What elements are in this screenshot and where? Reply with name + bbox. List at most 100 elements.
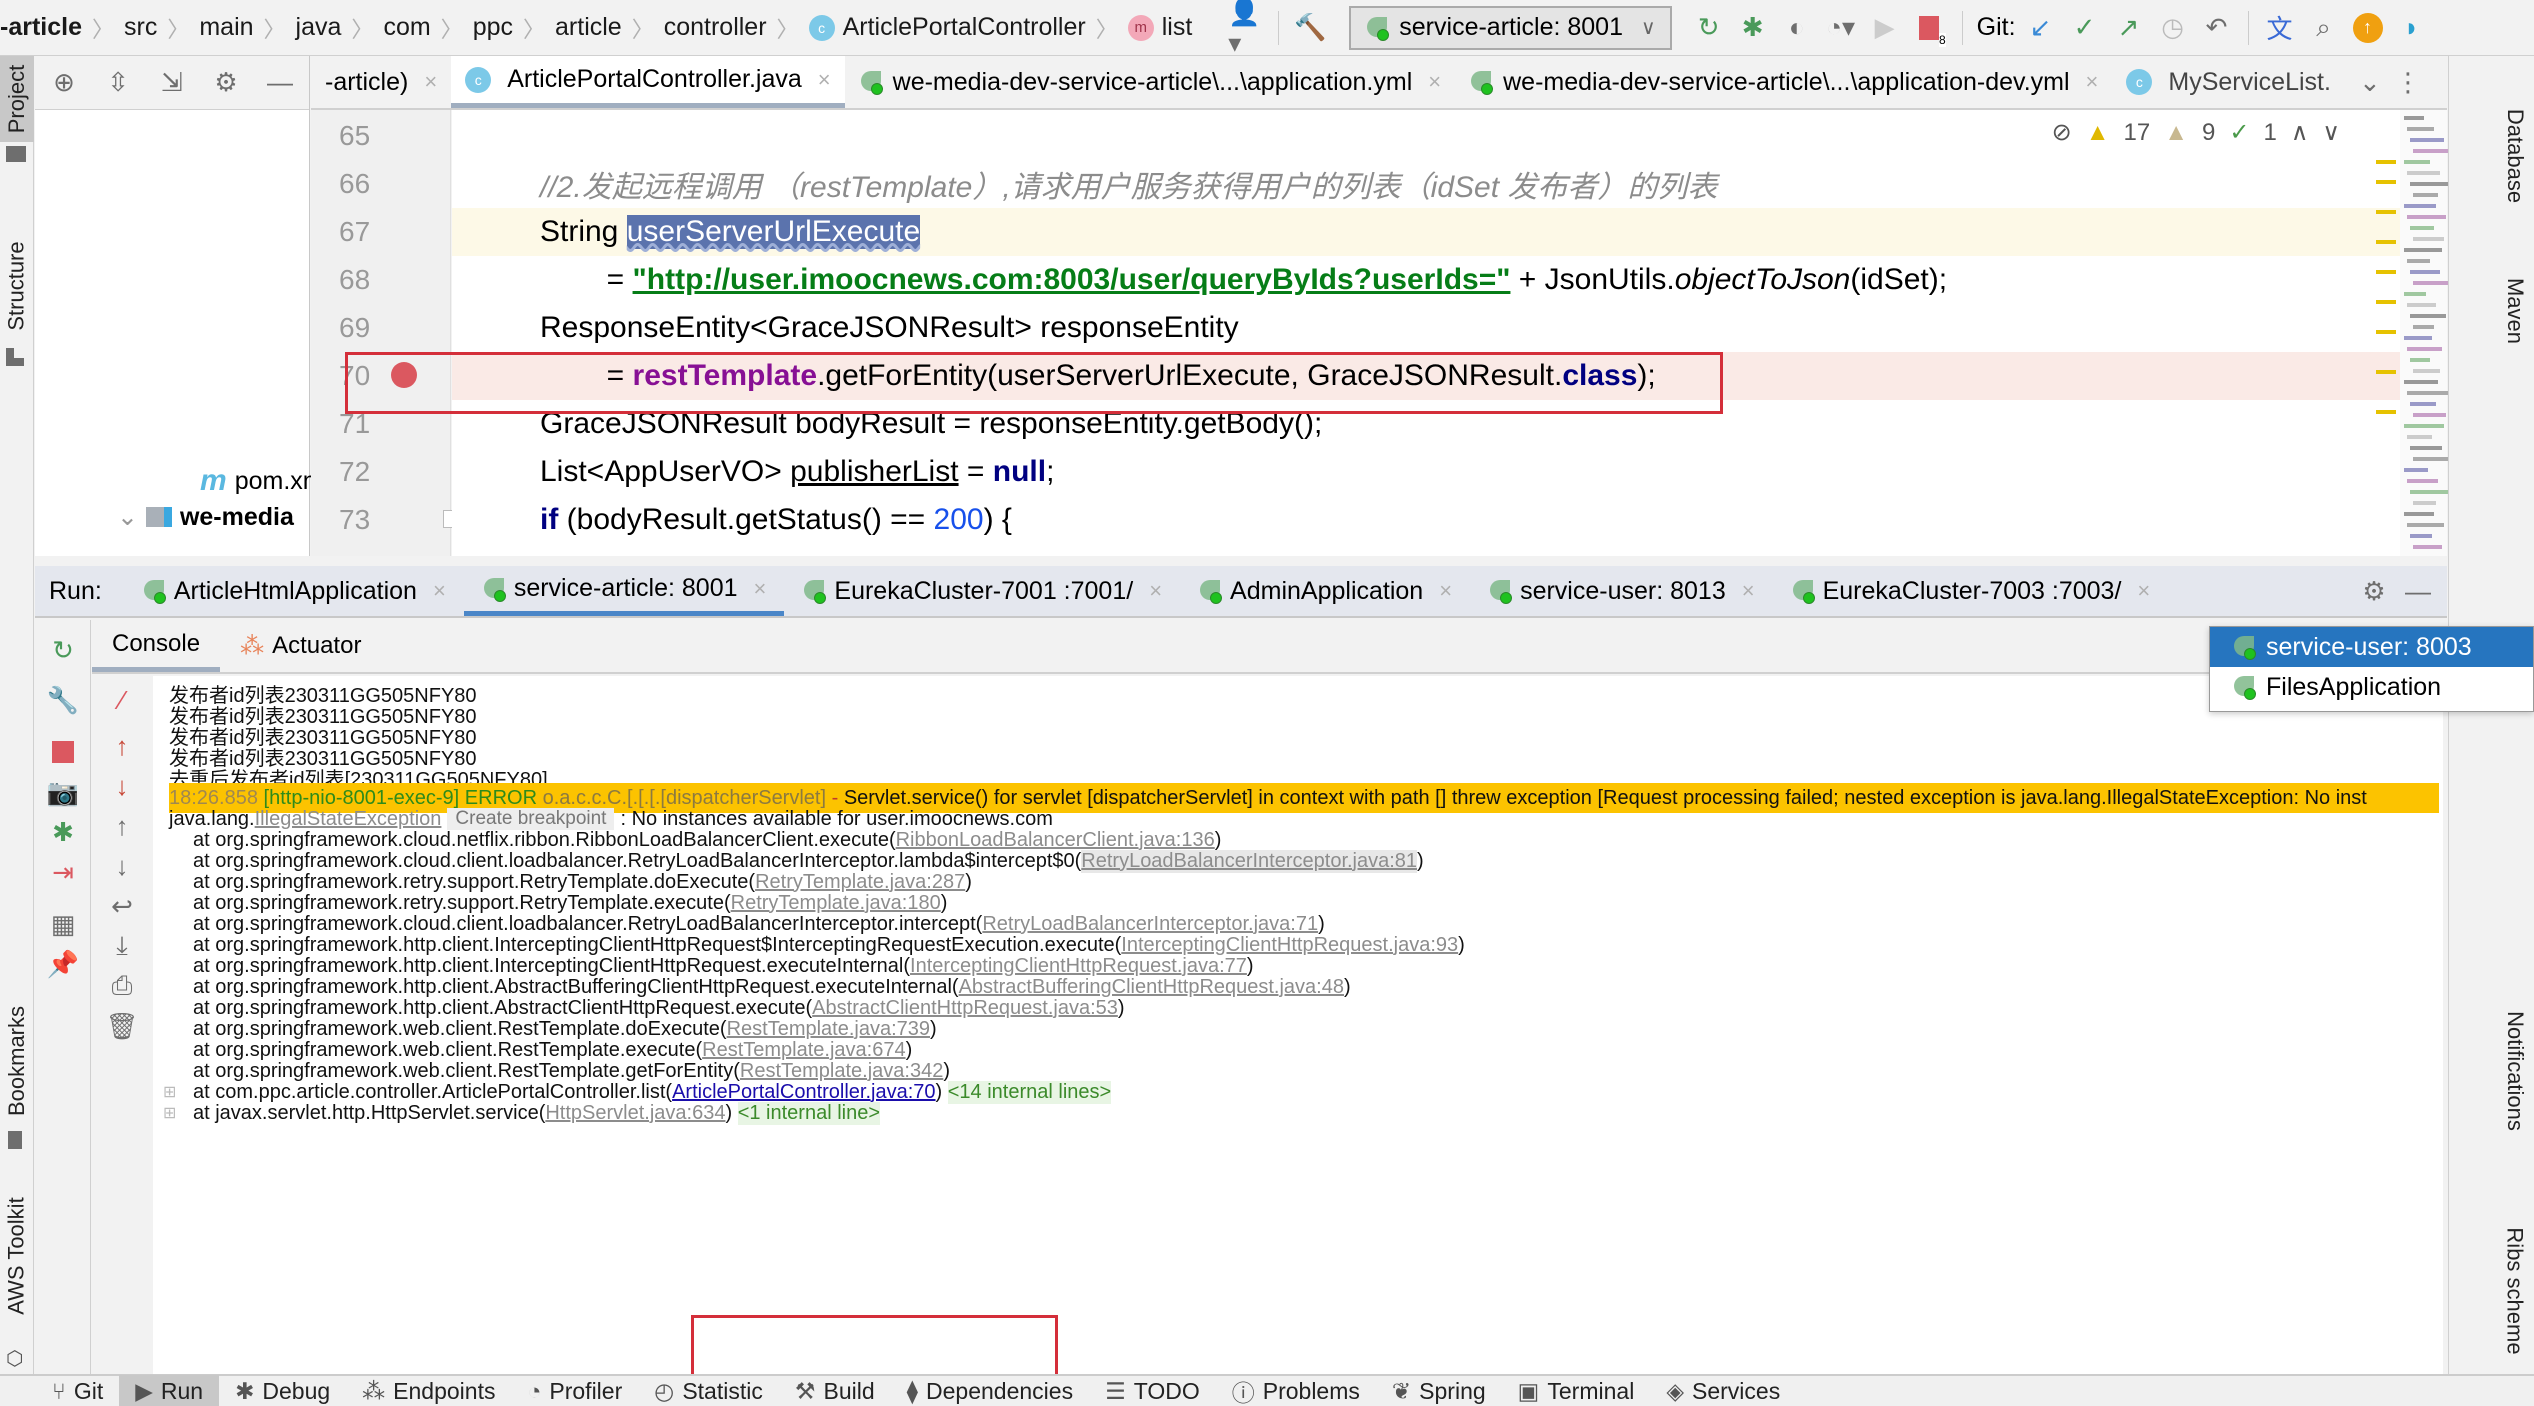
update-icon[interactable]: ↑ — [2349, 9, 2387, 47]
next-error-icon[interactable]: ↓ — [102, 766, 142, 806]
warning-marker[interactable] — [2376, 240, 2396, 244]
breadcrumb-item[interactable]: -article — [0, 13, 82, 42]
warning-marker[interactable] — [2376, 180, 2396, 184]
code-line[interactable] — [452, 112, 2400, 160]
database-tool-tab[interactable]: Database — [2495, 96, 2534, 216]
breadcrumb-item[interactable]: ppc — [473, 13, 513, 42]
code-line[interactable]: ResponseEntity<GraceJSONResult> response… — [452, 304, 2400, 352]
line-number[interactable]: 65 — [339, 120, 370, 152]
debug-icon[interactable]: ✱ — [43, 812, 83, 852]
tool-window-button-run[interactable]: ▶ Run — [119, 1375, 220, 1406]
previous-error-icon[interactable]: ↑ — [102, 726, 142, 766]
clear-highlight-icon[interactable]: ⁄ — [102, 680, 142, 720]
gear-icon[interactable]: ⚙ — [207, 64, 245, 102]
popup-item[interactable]: FilesApplication — [2210, 667, 2533, 707]
close-icon[interactable]: × — [818, 67, 831, 93]
minimap[interactable] — [2376, 110, 2454, 556]
run-tab[interactable]: EurekaCluster-7001 :7001/ × — [784, 566, 1180, 616]
exit-icon[interactable]: ⇥ — [43, 852, 83, 892]
console-output[interactable]: 发布者id列表230311GG505NFY80 发布者id列表230311GG50… — [153, 676, 2443, 1374]
source-link[interactable]: RetryLoadBalancerInterceptor.java:81 — [1081, 849, 1418, 873]
soft-wrap-icon[interactable]: ↩ — [102, 886, 142, 926]
tool-window-button-terminal[interactable]: ▣ Terminal — [1502, 1375, 1651, 1406]
breadcrumb-item[interactable]: article — [555, 13, 622, 42]
warning-marker[interactable] — [2376, 330, 2396, 334]
up-icon[interactable]: ↑ — [102, 806, 142, 846]
tab-actuator[interactable]: ⁂ Actuator — [220, 620, 381, 672]
tool-window-button-spring[interactable]: ❦ Spring — [1376, 1375, 1502, 1406]
chevron-down-icon[interactable]: ⌄ — [117, 502, 138, 532]
close-icon[interactable]: × — [424, 69, 437, 95]
breadcrumb-item[interactable]: java — [296, 13, 342, 42]
collapse-all-icon[interactable]: ⇲ — [153, 64, 191, 102]
more-options-icon[interactable]: ⋮ — [2389, 63, 2427, 101]
editor-tab-active[interactable]: c ArticlePortalController.java × — [451, 56, 845, 108]
close-icon[interactable]: × — [2086, 69, 2099, 95]
code-line[interactable]: = "http://user.imoocnews.com:8003/user/q… — [452, 256, 2400, 304]
editor-tab[interactable]: we-media-dev-service-article\...\applica… — [845, 56, 1455, 108]
code-line[interactable]: if (bodyResult.getStatus() == 200) { — [452, 496, 2400, 544]
wrench-icon[interactable]: 🔧 — [43, 680, 83, 720]
close-icon[interactable]: × — [1428, 69, 1441, 95]
tool-window-button-build[interactable]: ⚒ Build — [779, 1375, 891, 1406]
maven-tool-tab[interactable]: Maven — [2495, 256, 2534, 366]
hammer-build-icon[interactable]: 🔨 — [1291, 9, 1329, 47]
run-tab-active[interactable]: service-article: 8001 × — [463, 566, 785, 616]
editor-tab[interactable]: c MyServiceList. — [2112, 56, 2345, 108]
run-tab[interactable]: AdminApplication × — [1180, 566, 1470, 616]
pin-icon[interactable]: 📌 — [43, 944, 83, 984]
rerun-icon[interactable]: ↻ — [43, 630, 83, 670]
camera-icon[interactable]: 📷 — [43, 772, 83, 812]
stop-icon[interactable] — [43, 732, 83, 772]
editor-tab[interactable]: -article) × — [311, 56, 451, 108]
ribs-scheme-tool-tab[interactable]: Ribs scheme — [2495, 1206, 2534, 1376]
close-icon[interactable]: × — [1439, 578, 1452, 604]
close-icon[interactable]: × — [754, 576, 767, 602]
print-icon[interactable]: ⎙ — [102, 966, 142, 1006]
warning-marker[interactable] — [2376, 370, 2396, 374]
tool-window-button-endpoints[interactable]: ⁂ Endpoints — [346, 1375, 511, 1406]
breadcrumb-item[interactable]: main — [199, 13, 253, 42]
breadcrumb-item[interactable]: ArticlePortalController — [843, 13, 1086, 42]
hide-icon[interactable]: — — [261, 64, 299, 102]
warning-marker[interactable] — [2376, 270, 2396, 274]
structure-tool-tab[interactable]: Structure — [0, 226, 34, 346]
line-number[interactable]: 66 — [339, 168, 370, 200]
line-number[interactable]: 67 — [339, 216, 370, 248]
down-icon[interactable]: ↓ — [102, 846, 142, 886]
tool-window-button-profiler[interactable]: ◔ Profiler — [511, 1375, 638, 1406]
bookmarks-tool-tab[interactable]: Bookmarks — [0, 996, 34, 1126]
tool-window-button-problems[interactable]: ⓘ Problems — [1216, 1375, 1376, 1406]
project-tool-tab[interactable]: Project — [0, 56, 34, 142]
close-icon[interactable]: × — [433, 578, 446, 604]
line-number[interactable]: 69 — [339, 312, 370, 344]
run-tab[interactable]: ArticleHtmlApplication × — [124, 566, 464, 616]
tool-window-button-debug[interactable]: ✱ Debug — [219, 1375, 346, 1406]
git-commit-icon[interactable]: ✓ — [2066, 9, 2104, 47]
line-number[interactable]: 72 — [339, 456, 370, 488]
expand-icon[interactable]: ⊞ — [163, 1082, 176, 1102]
warning-marker[interactable] — [2376, 410, 2396, 414]
plugin-icon[interactable]: ◗ — [2393, 9, 2431, 47]
run-tab[interactable]: service-user: 8013 × — [1470, 566, 1773, 616]
gear-icon[interactable]: ⚙ — [2355, 572, 2393, 610]
tool-window-button-services[interactable]: ◈ Services — [1650, 1375, 1796, 1406]
hide-icon[interactable]: — — [2399, 572, 2437, 610]
history-icon[interactable]: ◷ — [2154, 9, 2192, 47]
tree-item[interactable]: ⌄ we-media — [117, 502, 294, 532]
debug-bug-icon[interactable]: ✱ — [1734, 9, 1772, 47]
tab-list-chevron-icon[interactable]: ⌄ — [2351, 63, 2389, 101]
internal-lines-fold[interactable]: <1 internal line> — [737, 1101, 881, 1125]
tab-console[interactable]: Console — [92, 620, 221, 672]
breadcrumb-item[interactable]: src — [124, 13, 157, 42]
locate-icon[interactable]: ⊕ — [45, 64, 83, 102]
editor-tab[interactable]: we-media-dev-service-article\...\applica… — [1455, 56, 2112, 108]
expand-icon[interactable]: ⊞ — [163, 1103, 176, 1123]
warning-marker[interactable] — [2376, 160, 2396, 164]
code-line[interactable]: String userServerUrlExecute — [452, 208, 2400, 256]
search-icon[interactable]: ⌕ — [2305, 9, 2343, 47]
tree-item[interactable]: m pom.xml — [200, 464, 329, 498]
breadcrumb-item[interactable]: controller — [664, 13, 767, 42]
aws-toolkit-tool-tab[interactable]: AWS Toolkit — [0, 1176, 34, 1336]
breadcrumb-item[interactable]: com — [383, 13, 430, 42]
